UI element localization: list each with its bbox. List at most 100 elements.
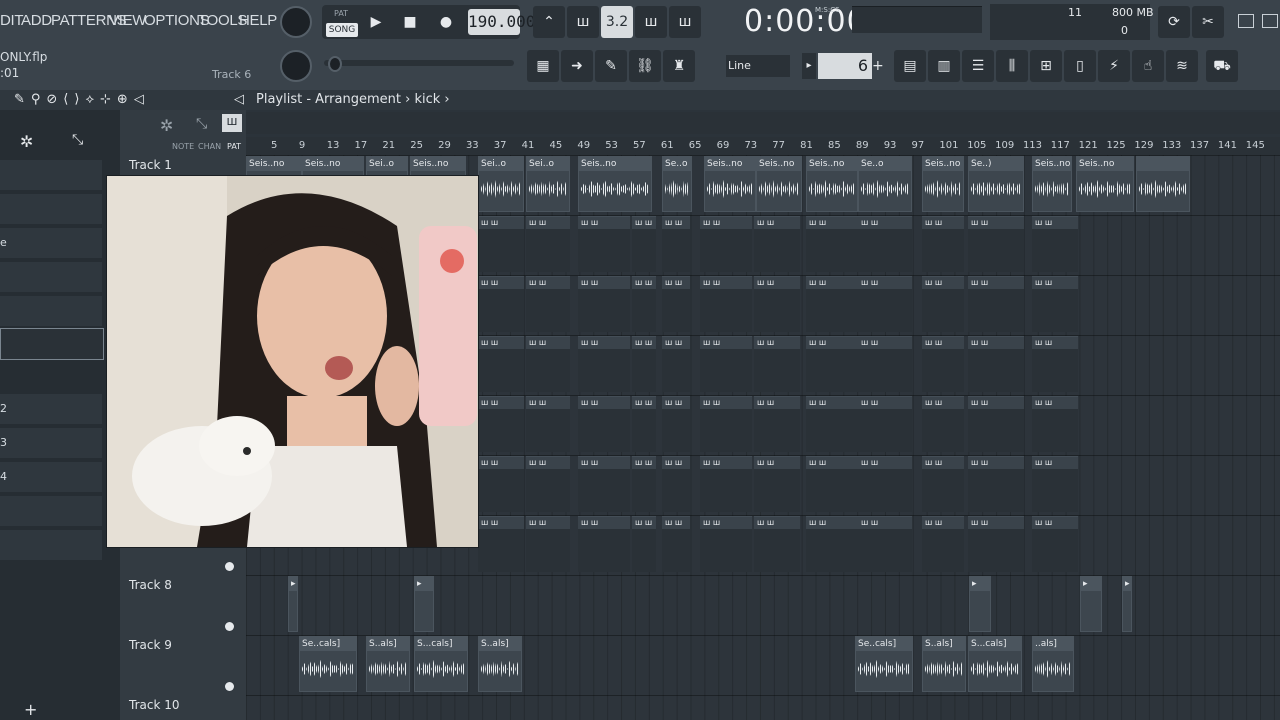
pattern-clip[interactable]: ш ш <box>578 396 630 452</box>
audio-clip[interactable]: Seis..no <box>1032 156 1072 212</box>
stop-icon[interactable]: ■ <box>396 8 424 36</box>
browser-item[interactable] <box>0 496 102 526</box>
pattern-clip[interactable]: ш ш <box>968 396 1024 452</box>
audio-clip[interactable]: S..als] <box>366 636 410 692</box>
tempo-display[interactable]: 190.000 <box>468 9 535 35</box>
pattern-clip[interactable]: ш ш <box>478 396 524 452</box>
record-icon[interactable]: ● <box>432 8 460 36</box>
menu-add[interactable]: ADD <box>21 12 52 29</box>
audio-clip[interactable]: ▸ <box>1080 576 1102 632</box>
pattern-clip[interactable]: ш ш <box>922 276 964 332</box>
speaker-icon[interactable]: ◁ <box>234 92 244 107</box>
pattern-clip[interactable]: ш ш <box>478 516 524 572</box>
chan-label[interactable]: CHAN <box>198 142 221 151</box>
pattern-clip[interactable]: ш ш <box>526 456 570 512</box>
pattern-clip[interactable]: ш ш <box>662 396 690 452</box>
slider-handle[interactable] <box>328 56 342 72</box>
pattern-clip[interactable]: ш ш <box>806 456 858 512</box>
pattern-clip[interactable]: ш ш <box>754 456 800 512</box>
browser-item[interactable] <box>0 194 102 224</box>
route-icon[interactable]: ⤡ <box>72 132 83 148</box>
playlist-icon[interactable]: ▤ <box>894 50 926 82</box>
pattern-clip[interactable]: ш ш <box>632 276 656 332</box>
pattern-clip[interactable]: ш ш <box>754 516 800 572</box>
pat-label[interactable]: PAT <box>334 9 348 18</box>
pattern-clip[interactable]: ш ш <box>632 216 656 272</box>
pattern-clip[interactable]: ш ш <box>700 336 752 392</box>
track-mute-icon[interactable] <box>225 562 234 571</box>
audio-clip[interactable]: ..als] <box>1032 636 1074 692</box>
play-icon[interactable]: ▶ <box>362 8 390 36</box>
pattern-clip[interactable]: ш ш <box>578 516 630 572</box>
pattern-clip[interactable]: ш ш <box>632 516 656 572</box>
playlist-tools-icons[interactable]: ✎⚲⊘⟨⟩⟡⊹⊕◁ <box>14 92 150 107</box>
master-pitch-slider[interactable] <box>324 60 514 66</box>
browser-item[interactable]: 4 <box>0 462 102 492</box>
piano-icon[interactable]: ш <box>222 114 242 132</box>
stamp-icon[interactable]: ♜ <box>663 50 695 82</box>
plugin-icon[interactable]: ⚡ <box>1098 50 1130 82</box>
pattern-clip[interactable]: ш ш <box>700 216 752 272</box>
maximize-icon[interactable] <box>1262 14 1278 28</box>
pattern-clip[interactable]: ш ш <box>526 516 570 572</box>
browser-item[interactable]: e <box>0 228 102 258</box>
pattern-clip[interactable]: ш ш <box>632 456 656 512</box>
pattern-clip[interactable]: ш ш <box>632 396 656 452</box>
master-volume-knob[interactable] <box>280 6 312 38</box>
hand-icon[interactable]: ☝ <box>1132 50 1164 82</box>
menu-edit[interactable]: DIT <box>0 12 24 29</box>
browser-tree-icon[interactable]: ⊞ <box>1030 50 1062 82</box>
pattern-clip[interactable]: ш ш <box>700 396 752 452</box>
step-value[interactable]: 6 <box>818 53 872 79</box>
link-icon[interactable]: ⛓ <box>629 50 661 82</box>
pattern-clip[interactable]: ш ш <box>578 216 630 272</box>
audio-clip[interactable]: Se..o <box>662 156 692 212</box>
arrow-right-icon[interactable]: ➜ <box>561 50 593 82</box>
audio-clip[interactable]: Seis..no <box>922 156 964 212</box>
pattern-clip[interactable]: ш ш <box>478 456 524 512</box>
song-mode-button[interactable]: SONG <box>326 23 358 37</box>
step-plus-icon[interactable]: + <box>872 53 886 79</box>
pattern-clip[interactable]: ш ш <box>662 456 690 512</box>
pattern-clip[interactable]: ш ш <box>700 456 752 512</box>
wait-input-icon[interactable]: ш <box>567 6 599 38</box>
pattern-clip[interactable]: ш ш <box>662 216 690 272</box>
audio-clip[interactable]: ▸ <box>288 576 298 632</box>
audio-clip[interactable]: Seis..no <box>1076 156 1134 212</box>
pattern-clip[interactable]: ш ш <box>754 396 800 452</box>
pattern-clip[interactable]: ш ш <box>922 516 964 572</box>
time-unit[interactable]: M:S:CS <box>815 6 840 14</box>
blend-notes-icon[interactable]: ш <box>635 6 667 38</box>
track-name[interactable]: Track 8 <box>129 578 172 592</box>
audio-clip[interactable]: ▸ <box>1122 576 1132 632</box>
audio-clip[interactable] <box>1136 156 1190 212</box>
track-mute-icon[interactable] <box>225 682 234 691</box>
pattern-clip[interactable]: ш ш <box>806 276 858 332</box>
browser-item[interactable] <box>0 160 102 190</box>
pattern-clip[interactable]: ш ш <box>806 216 858 272</box>
audio-clip[interactable]: Se..cals] <box>855 636 913 692</box>
metronome-icon[interactable]: ⌃ <box>533 6 565 38</box>
pattern-clip[interactable]: ш ш <box>662 336 690 392</box>
browser-item-selected[interactable] <box>0 328 104 360</box>
browser-item[interactable]: 2 <box>0 394 102 424</box>
scissors-icon[interactable]: ✂ <box>1192 6 1224 38</box>
pattern-clip[interactable]: ш ш <box>968 216 1024 272</box>
pattern-clip[interactable]: ш ш <box>662 276 690 332</box>
pattern-clip[interactable]: ш ш <box>968 276 1024 332</box>
pencil-icon[interactable]: ✎ <box>595 50 627 82</box>
audio-clip[interactable]: S...cals] <box>414 636 468 692</box>
track-name[interactable]: Track 9 <box>129 638 172 652</box>
pattern-clip[interactable]: ш ш <box>858 276 912 332</box>
audio-clip[interactable]: Seis..no <box>704 156 756 212</box>
audio-clip[interactable]: Sei..o <box>478 156 524 212</box>
route-icon[interactable]: ⤡ <box>196 116 207 132</box>
add-icon[interactable]: + <box>24 700 37 719</box>
pattern-clip[interactable]: ш ш <box>526 336 570 392</box>
browser-item[interactable]: 3 <box>0 428 102 458</box>
track-mute-icon[interactable] <box>225 622 234 631</box>
pat-label[interactable]: PAT <box>227 142 241 151</box>
pattern-clip[interactable]: ш ш <box>754 276 800 332</box>
pattern-clip[interactable]: ш ш <box>806 336 858 392</box>
menu-help[interactable]: HELP <box>239 12 277 29</box>
